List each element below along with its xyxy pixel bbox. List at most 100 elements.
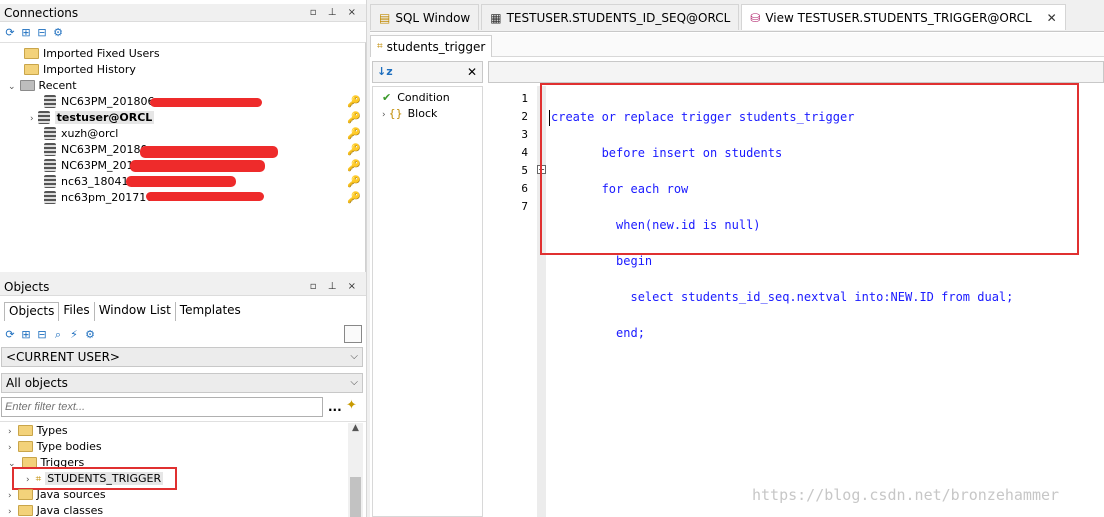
expand-all-icon[interactable]: ⊞	[20, 27, 32, 39]
vertical-splitter[interactable]	[366, 0, 370, 517]
structure-item-block[interactable]: ›{} Block	[382, 106, 437, 122]
objects-panel-header: Objects ▫ ⊥ ×	[0, 278, 366, 296]
tree-item-types[interactable]: › Types	[8, 423, 68, 439]
key-icon: 🔑	[347, 111, 361, 124]
connection-item-nc63-1804[interactable]: nc63_18041	[44, 174, 129, 190]
block-icon: {}	[388, 107, 403, 120]
tab-files[interactable]: Files	[59, 302, 95, 321]
find-icon[interactable]: ⌕	[52, 329, 64, 341]
horizontal-splitter[interactable]	[0, 272, 366, 278]
properties-icon[interactable]: ⚙	[84, 329, 96, 341]
tree-item-type-bodies[interactable]: › Type bodies	[8, 439, 102, 455]
tab-window-list[interactable]: Window List	[95, 302, 176, 321]
key-icon: 🔑	[347, 143, 361, 156]
code-line: end;	[551, 326, 645, 340]
expand-all-icon[interactable]: ⊞	[20, 329, 32, 341]
trigger-icon: ⌗	[377, 41, 383, 52]
structure-pane	[372, 86, 483, 517]
key-icon: 🔑	[347, 191, 361, 204]
compile-icon[interactable]: ⚡	[68, 329, 80, 341]
folder-icon	[17, 505, 33, 516]
database-icon	[44, 143, 56, 156]
highlight-box	[540, 83, 1079, 255]
sql-window-icon: ▤	[379, 10, 391, 25]
connections-panel-controls[interactable]: ▫ ⊥ ×	[310, 4, 360, 22]
code-line: select students_id_seq.nextval into:NEW.…	[551, 290, 1014, 304]
folder-icon	[17, 441, 33, 452]
redaction-mark	[140, 146, 278, 158]
chevron-right-icon[interactable]: ›	[30, 114, 34, 124]
scrollbar-thumb[interactable]	[350, 477, 361, 517]
connection-item-nc63pm-2[interactable]: NC63PM_20180	[44, 142, 148, 158]
close-structure-icon[interactable]: ✕	[467, 65, 477, 79]
tree-item-java-classes[interactable]: › Java classes	[8, 503, 103, 517]
database-icon	[44, 175, 56, 188]
chevron-right-icon[interactable]: ›	[8, 491, 12, 501]
object-type-select[interactable]: All objects ⌵	[1, 373, 363, 393]
database-icon	[44, 127, 56, 140]
tree-item-java-sources[interactable]: › Java sources	[8, 487, 106, 503]
connection-item-xuzh[interactable]: xuzh@orcl	[44, 126, 118, 142]
database-icon	[37, 111, 50, 124]
chevron-down-icon: ⌵	[350, 377, 358, 388]
database-icon	[44, 95, 56, 108]
folder-icon	[17, 489, 33, 500]
tab-templates[interactable]: Templates	[176, 302, 245, 321]
objects-panel-controls[interactable]: ▫ ⊥ ×	[310, 278, 360, 296]
line-number: 1	[521, 92, 528, 105]
line-number: 7	[521, 200, 528, 213]
key-icon: 🔑	[347, 95, 361, 108]
connection-item-nc63pm-3[interactable]: NC63PM_2018	[44, 158, 141, 174]
new-filter-icon[interactable]: ✦	[346, 398, 357, 413]
line-number: 4	[521, 146, 528, 159]
redaction-mark	[126, 176, 236, 187]
objects-tabs: Objects Files Window List Templates	[4, 302, 245, 321]
redaction-mark	[130, 160, 265, 172]
line-number: 6	[521, 182, 528, 195]
database-icon	[44, 191, 56, 204]
connection-item-imported-history[interactable]: Imported History	[24, 62, 136, 78]
check-icon: ✔	[382, 91, 392, 104]
connection-item-nc63pm-2017[interactable]: nc63pm_201710	[44, 190, 153, 206]
scroll-up-icon[interactable]: ▲	[348, 423, 363, 437]
tab-objects[interactable]: Objects	[4, 302, 60, 321]
redaction-mark	[150, 98, 262, 107]
connection-item-nc63pm-1[interactable]: NC63PM_201806	[44, 94, 155, 110]
connections-title: Connections	[4, 6, 79, 20]
connection-item-imported-fixed-users[interactable]: Imported Fixed Users	[24, 46, 160, 62]
tab-view-students-trigger[interactable]: ⛁ View TESTUSER.STUDENTS_TRIGGER@ORCL ✕	[741, 4, 1066, 30]
key-icon: 🔑	[347, 159, 361, 172]
connection-item-testuser[interactable]: › testuser@ORCL	[30, 110, 155, 126]
user-select[interactable]: <CURRENT USER> ⌵	[1, 347, 363, 367]
tab-sql-window[interactable]: ▤ SQL Window	[370, 4, 480, 30]
structure-item-condition[interactable]: ✔ Condition	[382, 90, 450, 106]
chevron-down-icon: ⌵	[350, 351, 358, 362]
connection-item-recent[interactable]: ⌄ Recent	[8, 78, 77, 94]
objects-scrollbar[interactable]: ▲	[348, 423, 363, 517]
toggle-checkbox[interactable]	[344, 325, 362, 343]
chevron-right-icon[interactable]: ›	[8, 507, 12, 517]
chevron-right-icon[interactable]: ›	[382, 110, 386, 120]
chevron-right-icon[interactable]: ›	[8, 443, 12, 453]
folder-icon	[24, 48, 39, 59]
folder-icon	[17, 425, 33, 436]
collapse-all-icon[interactable]: ⊟	[36, 329, 48, 341]
refresh-icon[interactable]: ⟳	[4, 27, 16, 39]
chevron-down-icon[interactable]: ⌄	[8, 82, 16, 92]
close-tab-icon[interactable]: ✕	[1047, 11, 1057, 25]
refresh-icon[interactable]: ⟳	[4, 329, 16, 341]
editor-toolbar	[488, 61, 1104, 83]
filter-input[interactable]	[1, 397, 323, 417]
tab-students-trigger-source[interactable]: ⌗ students_trigger	[370, 35, 493, 57]
editor-tabs: ▤ SQL Window ▦ TESTUSER.STUDENTS_ID_SEQ@OR…	[370, 4, 1068, 32]
collapse-all-icon[interactable]: ⊟	[36, 27, 48, 39]
redaction-mark	[146, 192, 264, 201]
tab-students-id-seq[interactable]: ▦ TESTUSER.STUDENTS_ID_SEQ@ORCL	[481, 4, 740, 30]
connections-panel-header: Connections ▫ ⊥ ×	[0, 4, 366, 22]
view-icon: ⛁	[750, 10, 761, 25]
sort-icon[interactable]: ↓z	[377, 65, 393, 78]
filter-options-button[interactable]: ...	[328, 400, 342, 414]
chevron-right-icon[interactable]: ›	[8, 427, 12, 437]
database-icon	[44, 159, 56, 172]
connection-properties-icon[interactable]: ⚙	[52, 27, 64, 39]
